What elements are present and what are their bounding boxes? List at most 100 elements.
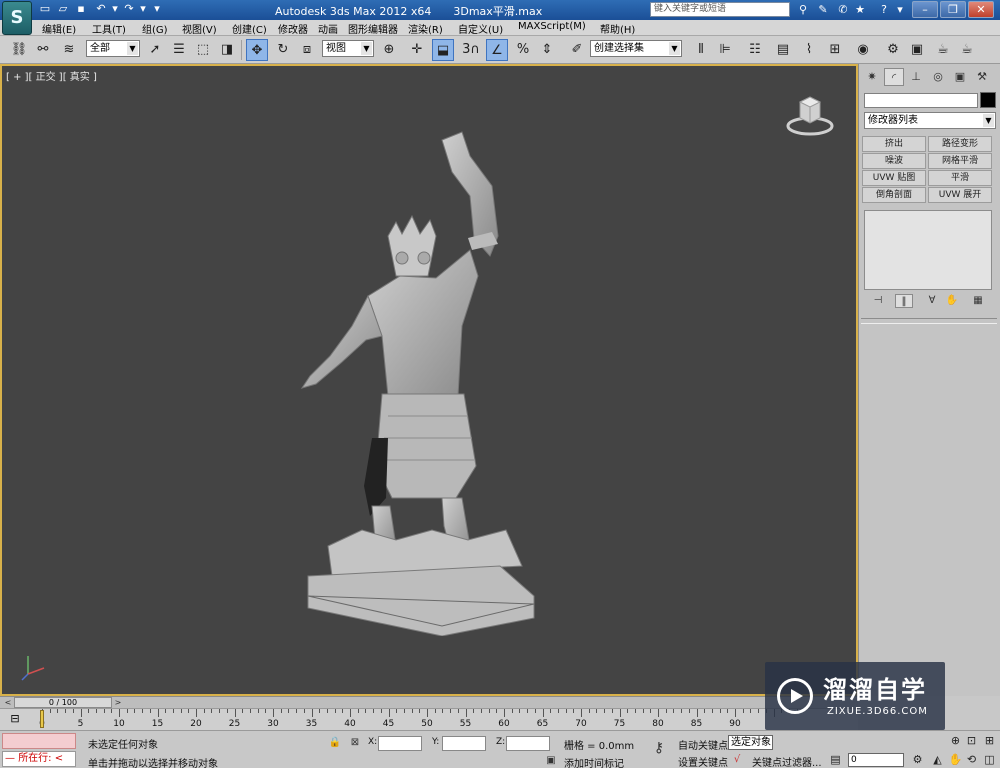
pivot-center-icon[interactable]: ⊕ — [378, 39, 400, 61]
running-line-label[interactable]: — 所在行: < — [2, 751, 76, 767]
redo-dropdown-icon[interactable]: ▾ — [136, 2, 150, 16]
zoom-all-icon[interactable]: ⊞ — [982, 733, 997, 748]
link-icon[interactable]: ⛓ — [8, 39, 30, 61]
viewport-label[interactable]: [ + ][ 正交 ][ 真实 ] — [6, 68, 97, 83]
reference-coordinate-dropdown[interactable]: 视图 ▼ — [322, 40, 374, 57]
binoculars-icon[interactable]: ⚲ — [795, 2, 811, 17]
align-icon[interactable]: ⊫ — [714, 39, 736, 61]
set-key-mode-button[interactable]: 设置关键点 — [678, 754, 728, 768]
noise-modifier-button[interactable]: 噪波 — [862, 153, 926, 169]
path-deform-modifier-button[interactable]: 路径变形 — [928, 136, 992, 152]
lock-selection-icon[interactable]: 🔒 — [328, 736, 342, 750]
smooth-modifier-button[interactable]: 平滑 — [928, 170, 992, 186]
key-selection-set-dropdown[interactable]: 选定对象 — [728, 735, 773, 750]
hierarchy-tab-icon[interactable]: ⊥ — [906, 68, 926, 86]
select-object-icon[interactable]: ➚ — [144, 39, 166, 61]
zoom-extents-icon[interactable]: ⊡ — [964, 733, 979, 748]
named-selection-set-dropdown[interactable]: 创建选择集 ▼ — [590, 40, 682, 57]
angle-snap-icon[interactable]: ∠ — [486, 39, 508, 61]
percent-snap-icon[interactable]: % — [512, 39, 534, 61]
show-end-result-icon[interactable]: ‖ — [895, 294, 913, 308]
unwrap-uvw-modifier-button[interactable]: UVW 展开 — [928, 187, 992, 203]
orbit-icon[interactable]: ⟲ — [964, 752, 979, 767]
snaps-toggle-icon[interactable]: 3∩ — [460, 39, 482, 61]
time-slider-handle[interactable]: 0 / 100 — [14, 697, 112, 708]
save-file-icon[interactable]: ▪ — [74, 2, 88, 16]
maxscript-listener-input[interactable] — [2, 733, 76, 749]
window-crossing-icon[interactable]: ◨ — [216, 39, 238, 61]
menu-maxscript[interactable]: MAXScript(M) — [518, 21, 586, 32]
select-and-rotate-icon[interactable]: ↻ — [272, 39, 294, 61]
key-filters-button[interactable]: 关键点过滤器... — [752, 754, 822, 768]
time-config-icon[interactable]: ▤ — [828, 752, 843, 767]
time-slider[interactable]: < 0 / 100 > — [0, 696, 858, 708]
zoom-icon[interactable]: ⊕ — [948, 733, 963, 748]
pin-stack-icon[interactable]: ⊣ — [869, 294, 887, 308]
make-unique-icon[interactable]: ∀ — [923, 294, 941, 308]
menu-group[interactable]: 组(G) — [142, 21, 168, 36]
schematic-view-icon[interactable]: ⊞ — [824, 39, 846, 61]
current-frame-input[interactable]: 0 — [848, 753, 904, 767]
z-coord-input[interactable] — [506, 736, 550, 751]
communication-icon[interactable]: ✆ — [835, 2, 851, 17]
maximize-viewport-icon[interactable]: ◫ — [982, 752, 997, 767]
mini-curve-editor-icon[interactable]: ⊟ — [6, 712, 24, 726]
modify-tab-icon[interactable]: ◜ — [884, 68, 904, 86]
spinner-snap-icon[interactable]: ⇕ — [536, 39, 558, 61]
select-and-scale-icon[interactable]: ⧈ — [296, 39, 318, 61]
layer-manager-icon[interactable]: ☷ — [744, 39, 766, 61]
remove-modifier-icon[interactable]: ✋ — [943, 294, 961, 308]
menu-graph-editors[interactable]: 图形编辑器 — [348, 21, 398, 36]
tools-icon[interactable]: ✎ — [815, 2, 831, 17]
graphite-modeling-icon[interactable]: ▤ — [772, 39, 794, 61]
menu-edit[interactable]: 编辑(E) — [42, 21, 76, 36]
help-dropdown-icon[interactable]: ▾ — [892, 2, 908, 17]
object-name-input[interactable] — [864, 93, 978, 108]
help-icon[interactable]: ? — [876, 2, 892, 17]
create-tab-icon[interactable]: ✷ — [862, 68, 882, 86]
menu-help[interactable]: 帮助(H) — [600, 21, 635, 36]
x-coord-input[interactable] — [378, 736, 422, 751]
object-color-swatch[interactable] — [980, 92, 996, 108]
time-slider-prev-arrow[interactable]: < — [2, 697, 14, 708]
select-by-name-icon[interactable]: ☰ — [168, 39, 190, 61]
extrude-modifier-button[interactable]: 挤出 — [862, 136, 926, 152]
uvw-map-modifier-button[interactable]: UVW 贴图 — [862, 170, 926, 186]
viewcube-icon[interactable] — [786, 92, 834, 136]
auto-key-button[interactable]: 自动关键点 — [678, 737, 728, 752]
display-tab-icon[interactable]: ▣ — [950, 68, 970, 86]
select-and-move-icon[interactable]: ✥ — [246, 39, 268, 61]
quick-access-dropdown-icon[interactable]: ▾ — [150, 2, 164, 16]
meshsmooth-modifier-button[interactable]: 网格平滑 — [928, 153, 992, 169]
menu-rendering[interactable]: 渲染(R) — [408, 21, 443, 36]
select-manipulate-icon[interactable]: ✛ — [406, 39, 428, 61]
motion-tab-icon[interactable]: ◎ — [928, 68, 948, 86]
mirror-icon[interactable]: ⫴ — [690, 39, 712, 61]
y-coord-input[interactable] — [442, 736, 486, 751]
app-logo-icon[interactable]: S — [2, 1, 32, 35]
render-production-icon[interactable]: ☕ — [956, 39, 978, 61]
bind-space-warp-icon[interactable]: ≋ — [58, 39, 80, 61]
material-editor-icon[interactable]: ◉ — [852, 39, 874, 61]
time-tag-icon[interactable]: ▣ — [544, 754, 558, 768]
selection-filter-dropdown[interactable]: 全部 ▼ — [86, 40, 140, 57]
configure-modifier-sets-icon[interactable]: ▦ — [969, 294, 987, 308]
menu-views[interactable]: 视图(V) — [182, 21, 217, 36]
menu-modifiers[interactable]: 修改器 — [278, 21, 308, 36]
bevel-profile-modifier-button[interactable]: 倒角剖面 — [862, 187, 926, 203]
time-slider-next-arrow[interactable]: > — [112, 697, 124, 708]
render-setup-icon[interactable]: ⚙ — [882, 39, 904, 61]
help-search-input[interactable]: 键入关键字或短语 — [650, 2, 790, 17]
statue-3d-model[interactable] — [292, 126, 552, 636]
set-key-icon[interactable]: ⚷ — [648, 741, 670, 755]
rectangular-selection-icon[interactable]: ⬚ — [192, 39, 214, 61]
current-frame-cursor[interactable] — [40, 710, 44, 728]
curve-editor-icon[interactable]: ⌇ — [798, 39, 820, 61]
menu-animation[interactable]: 动画 — [318, 21, 338, 36]
track-ruler[interactable]: 051015202530354045505560657075808590 — [39, 709, 802, 731]
utilities-tab-icon[interactable]: ⚒ — [972, 68, 992, 86]
undo-dropdown-icon[interactable]: ▾ — [108, 2, 122, 16]
keyboard-shortcut-override-icon[interactable]: ⬓ — [432, 39, 454, 61]
close-button[interactable]: ✕ — [968, 1, 994, 18]
menu-create[interactable]: 创建(C) — [232, 21, 267, 36]
